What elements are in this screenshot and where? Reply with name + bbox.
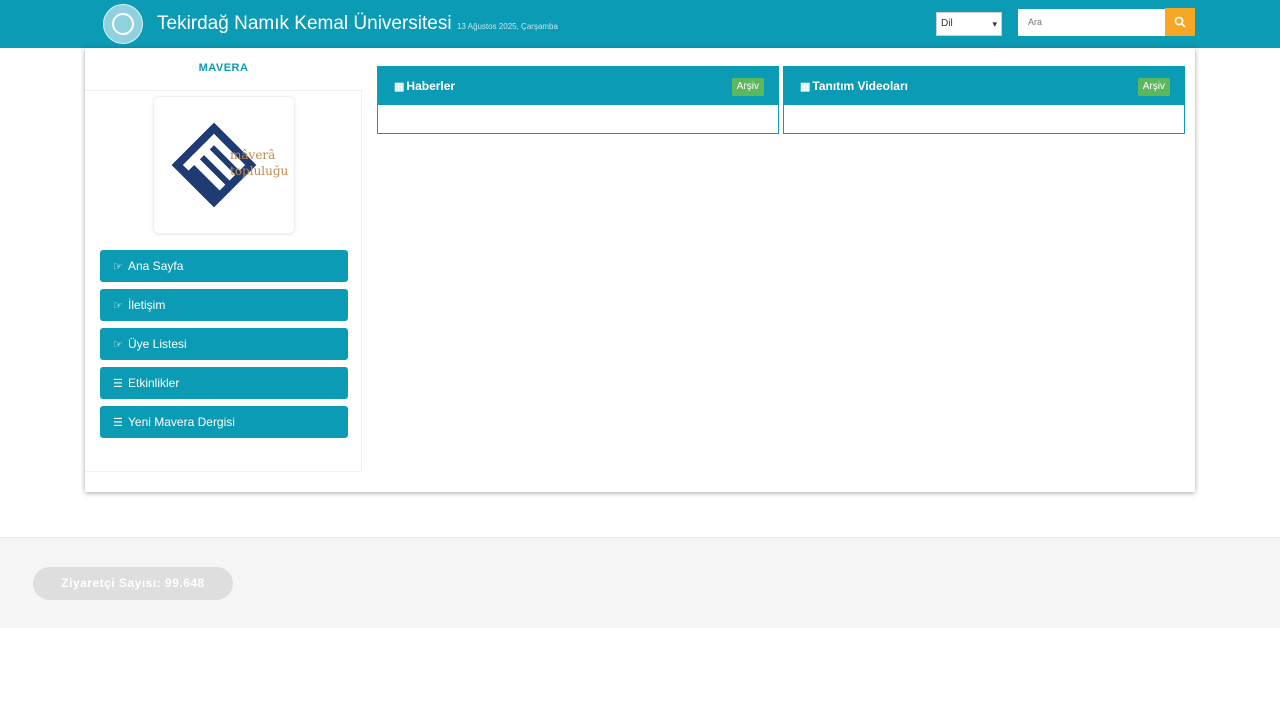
archive-button[interactable]: Arşiv: [1137, 78, 1170, 96]
list-icon: ▦: [394, 81, 405, 93]
panel-header: ▦ Haberler Arşiv: [378, 67, 778, 105]
archive-button[interactable]: Arşiv: [731, 78, 764, 96]
sidebar-item-ana-sayfa[interactable]: ☞ Ana Sayfa: [100, 250, 348, 282]
list-icon: ☰: [113, 417, 123, 429]
news-panel: ▦ Haberler Arşiv: [377, 66, 779, 134]
list-icon: ☰: [113, 378, 123, 390]
content-card: MAVERA mâverâ topluluğu ☞ Ana Sayfa ☞ İlet…: [85, 48, 1195, 492]
list-icon: ▦: [800, 81, 811, 93]
pointing-hand-icon: ☞: [113, 300, 123, 312]
language-select[interactable]: Dil ▾: [936, 12, 1002, 36]
videos-panel: ▦ Tanıtım Videoları Arşiv: [783, 66, 1185, 134]
logo-text-topluluk: topluluğu: [230, 164, 289, 178]
sidebar-item-iletisim[interactable]: ☞ İletişim: [100, 289, 348, 321]
chevron-down-icon: ▾: [992, 19, 997, 29]
mavera-logo: mâverâ topluluğu: [153, 96, 295, 234]
university-logo-icon[interactable]: [103, 4, 143, 44]
top-navbar: Tekirdağ Namık Kemal Üniversitesi 13 Ağu…: [0, 0, 1280, 48]
sidebar-item-uye-listesi[interactable]: ☞ Üye Listesi: [100, 328, 348, 360]
visitor-label: Ziyaretçi Sayısı:: [61, 576, 162, 590]
sidebar-item-label: Etkinlikler: [128, 376, 180, 390]
search-icon: [1174, 16, 1186, 28]
visitor-count: 99.648: [165, 576, 205, 590]
sidebar-item-label: Üye Listesi: [128, 337, 187, 351]
sidebar-item-label: Ana Sayfa: [128, 259, 184, 273]
panel-header: ▦ Tanıtım Videoları Arşiv: [784, 67, 1184, 105]
sidebar-item-etkinlikler[interactable]: ☰ Etkinlikler: [100, 367, 348, 399]
pointing-hand-icon: ☞: [113, 261, 123, 273]
pointing-hand-icon: ☞: [113, 339, 123, 351]
sidebar-item-label: Yeni Mavera Dergisi: [128, 415, 235, 429]
panel-title: ▦ Haberler: [394, 79, 456, 93]
visitor-counter: Ziyaretçi Sayısı: 99.648: [33, 567, 233, 600]
current-date: 13 Ağustos 2025, Çarşamba: [457, 22, 558, 31]
sidebar-item-label: İletişim: [128, 298, 166, 312]
search-button[interactable]: [1165, 8, 1195, 36]
site-title[interactable]: Tekirdağ Namık Kemal Üniversitesi: [157, 12, 452, 36]
language-select-value: Dil: [941, 18, 953, 29]
sidebar-title: MAVERA: [198, 62, 249, 74]
search-input[interactable]: [1018, 9, 1165, 36]
sidebar-item-yeni-mavera-dergisi[interactable]: ☰ Yeni Mavera Dergisi: [100, 406, 348, 438]
logo-text-mavera: mâverâ: [230, 148, 276, 162]
footer: Ziyaretçi Sayısı: 99.648: [0, 537, 1280, 628]
panel-title: ▦ Tanıtım Videoları: [800, 79, 908, 93]
